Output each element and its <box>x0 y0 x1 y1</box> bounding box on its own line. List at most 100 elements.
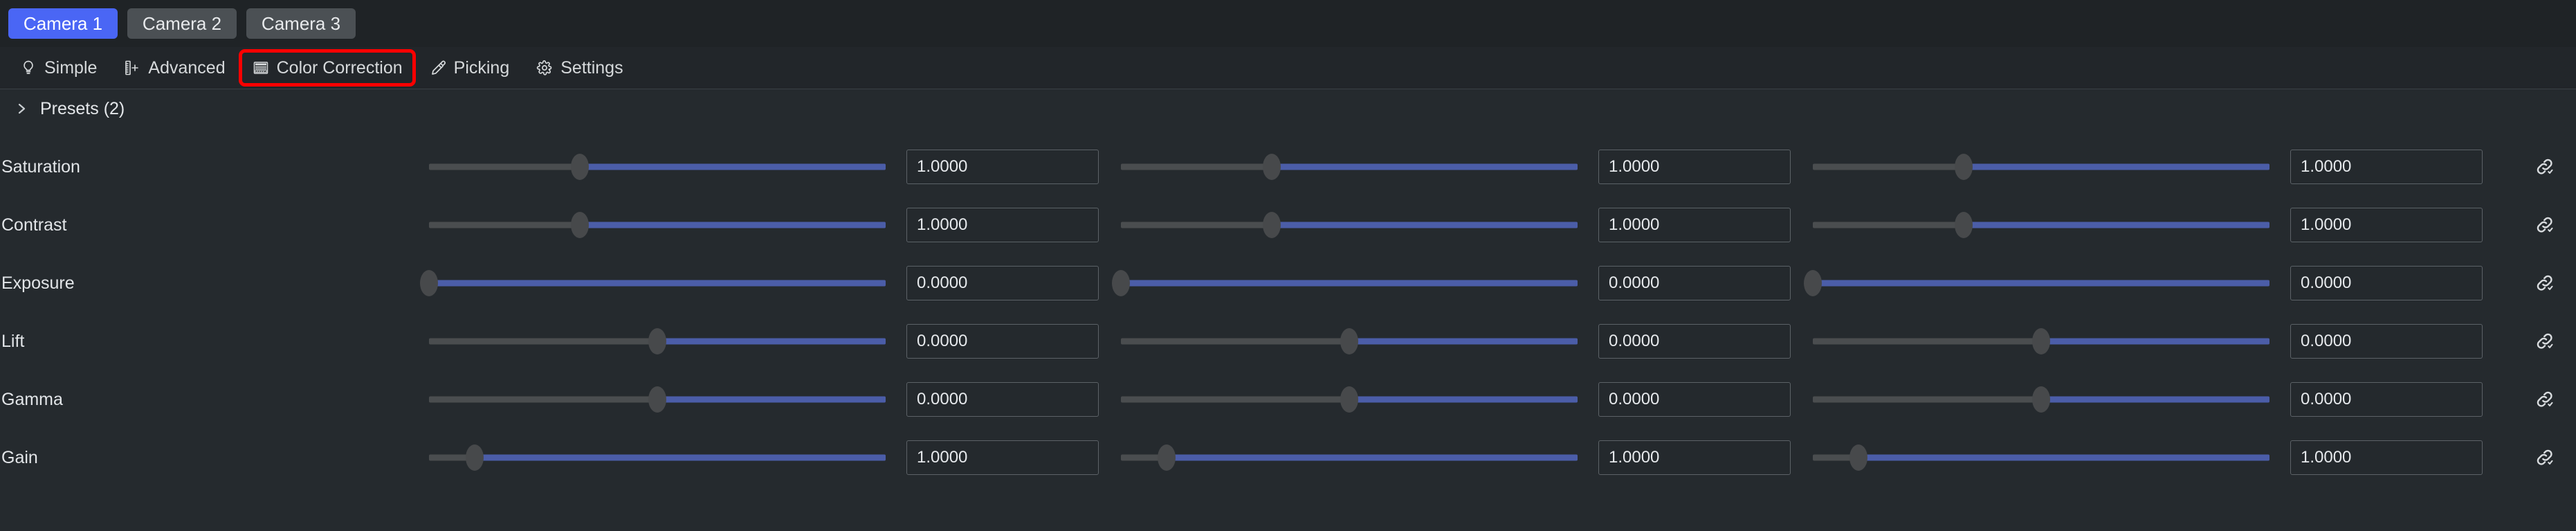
value-input-gamma-1[interactable]: 0.0000 <box>906 382 1099 417</box>
param-channel-3: 0.0000 <box>1813 382 2505 417</box>
value-input-contrast-2[interactable]: 1.0000 <box>1598 208 1791 242</box>
mode-tab-label: Simple <box>44 57 98 78</box>
value-input-saturation-2[interactable]: 1.0000 <box>1598 150 1791 184</box>
slider-thumb[interactable] <box>1954 154 1973 180</box>
slider-saturation-2[interactable] <box>1121 153 1578 181</box>
slider-thumb[interactable] <box>2032 386 2050 413</box>
slider-thumb[interactable] <box>1340 328 1358 354</box>
value-input-gain-1[interactable]: 1.0000 <box>906 440 1099 475</box>
slider-gain-3[interactable] <box>1813 444 2269 471</box>
param-channels: 1.0000 1.0000 1.0000 <box>429 440 2514 475</box>
slider-thumb[interactable] <box>1340 386 1358 413</box>
link-toggle-cell <box>2514 447 2576 469</box>
link-chain-icon[interactable] <box>2534 156 2556 178</box>
slider-contrast-1[interactable] <box>429 211 886 239</box>
link-chain-icon[interactable] <box>2534 330 2556 352</box>
link-chain-icon[interactable] <box>2534 447 2556 469</box>
param-row-exposure: Exposure 0.0000 0.0000 0.0000 <box>0 254 2576 312</box>
link-toggle-cell <box>2514 156 2576 178</box>
slider-thumb[interactable] <box>570 212 589 238</box>
param-channel-1: 1.0000 <box>429 440 1121 475</box>
param-row-lift: Lift 0.0000 0.0000 0.0000 <box>0 312 2576 370</box>
slider-thumb[interactable] <box>1112 270 1130 296</box>
slider-thumb[interactable] <box>1849 444 1867 471</box>
slider-contrast-2[interactable] <box>1121 211 1578 239</box>
slider-thumb[interactable] <box>1262 212 1281 238</box>
value-text: 0.0000 <box>1609 390 1660 408</box>
slider-fill <box>1963 163 2269 170</box>
slider-exposure-2[interactable] <box>1112 269 1578 297</box>
slider-thumb[interactable] <box>1158 444 1176 471</box>
slider-contrast-3[interactable] <box>1813 211 2269 239</box>
slider-thumb[interactable] <box>1804 270 1822 296</box>
slider-lift-1[interactable] <box>429 327 886 355</box>
value-input-exposure-3[interactable]: 0.0000 <box>2290 266 2483 300</box>
slider-exposure-1[interactable] <box>420 269 886 297</box>
slider-thumb[interactable] <box>1262 154 1281 180</box>
link-toggle-cell <box>2514 214 2576 236</box>
value-input-lift-2[interactable]: 0.0000 <box>1598 324 1791 359</box>
param-row-gamma: Gamma 0.0000 0.0000 0.0000 <box>0 370 2576 429</box>
slider-fill <box>1349 396 1578 403</box>
value-input-exposure-2[interactable]: 0.0000 <box>1598 266 1791 300</box>
slider-exposure-3[interactable] <box>1804 269 2269 297</box>
param-label: Exposure <box>1 273 75 293</box>
value-input-saturation-3[interactable]: 1.0000 <box>2290 150 2483 184</box>
link-chain-icon[interactable] <box>2534 214 2556 236</box>
slider-fill <box>1271 163 1578 170</box>
value-text: 1.0000 <box>1609 215 1660 234</box>
slider-gain-1[interactable] <box>429 444 886 471</box>
slider-gain-2[interactable] <box>1121 444 1578 471</box>
camera-tab-3[interactable]: Camera 3 <box>246 8 356 39</box>
slider-saturation-3[interactable] <box>1813 153 2269 181</box>
slider-gamma-1[interactable] <box>429 386 886 413</box>
value-input-exposure-1[interactable]: 0.0000 <box>906 266 1099 300</box>
value-input-contrast-1[interactable]: 1.0000 <box>906 208 1099 242</box>
slider-thumb[interactable] <box>648 328 666 354</box>
color-bars-icon <box>252 59 270 77</box>
slider-lift-3[interactable] <box>1813 327 2269 355</box>
slider-thumb[interactable] <box>466 444 484 471</box>
slider-fill <box>2041 396 2269 403</box>
slider-fill <box>579 222 886 228</box>
value-input-gamma-3[interactable]: 0.0000 <box>2290 382 2483 417</box>
mode-tab-advanced[interactable]: Advanced <box>113 53 235 83</box>
value-input-lift-3[interactable]: 0.0000 <box>2290 324 2483 359</box>
slider-saturation-1[interactable] <box>429 153 886 181</box>
mode-tab-color-correction[interactable]: Color Correction <box>238 49 416 87</box>
slider-thumb[interactable] <box>648 386 666 413</box>
camera-tab-2[interactable]: Camera 2 <box>127 8 237 39</box>
value-input-saturation-1[interactable]: 1.0000 <box>906 150 1099 184</box>
slider-fill <box>1121 280 1578 287</box>
value-input-contrast-3[interactable]: 1.0000 <box>2290 208 2483 242</box>
slider-fill <box>1963 222 2269 228</box>
link-chain-icon[interactable] <box>2534 388 2556 411</box>
camera-tab-1[interactable]: Camera 1 <box>8 8 118 39</box>
param-channel-2: 1.0000 <box>1121 440 1813 475</box>
mode-tab-label: Color Correction <box>276 57 403 78</box>
value-input-lift-1[interactable]: 0.0000 <box>906 324 1099 359</box>
slider-lift-2[interactable] <box>1121 327 1578 355</box>
link-chain-icon[interactable] <box>2534 272 2556 294</box>
mode-tab-simple[interactable]: Simple <box>10 53 107 83</box>
slider-fill <box>1271 222 1578 228</box>
slider-fill <box>579 163 886 170</box>
slider-gamma-2[interactable] <box>1121 386 1578 413</box>
value-input-gamma-2[interactable]: 0.0000 <box>1598 382 1791 417</box>
param-channel-3: 0.0000 <box>1813 324 2505 359</box>
param-label: Lift <box>1 331 25 351</box>
value-input-gain-2[interactable]: 1.0000 <box>1598 440 1791 475</box>
value-input-gain-3[interactable]: 1.0000 <box>2290 440 2483 475</box>
slider-fill <box>429 280 886 287</box>
mode-tab-picking[interactable]: Picking <box>419 53 520 83</box>
presets-section-header[interactable]: Presets (2) <box>0 89 2576 128</box>
slider-gamma-3[interactable] <box>1813 386 2269 413</box>
slider-thumb[interactable] <box>2032 328 2050 354</box>
slider-thumb[interactable] <box>420 270 438 296</box>
slider-thumb[interactable] <box>1954 212 1973 238</box>
param-label: Gamma <box>1 389 63 409</box>
mode-tab-settings[interactable]: Settings <box>526 53 632 83</box>
param-channel-2: 1.0000 <box>1121 150 1813 184</box>
camera-tab-label: Camera 2 <box>142 12 222 34</box>
slider-thumb[interactable] <box>570 154 589 180</box>
